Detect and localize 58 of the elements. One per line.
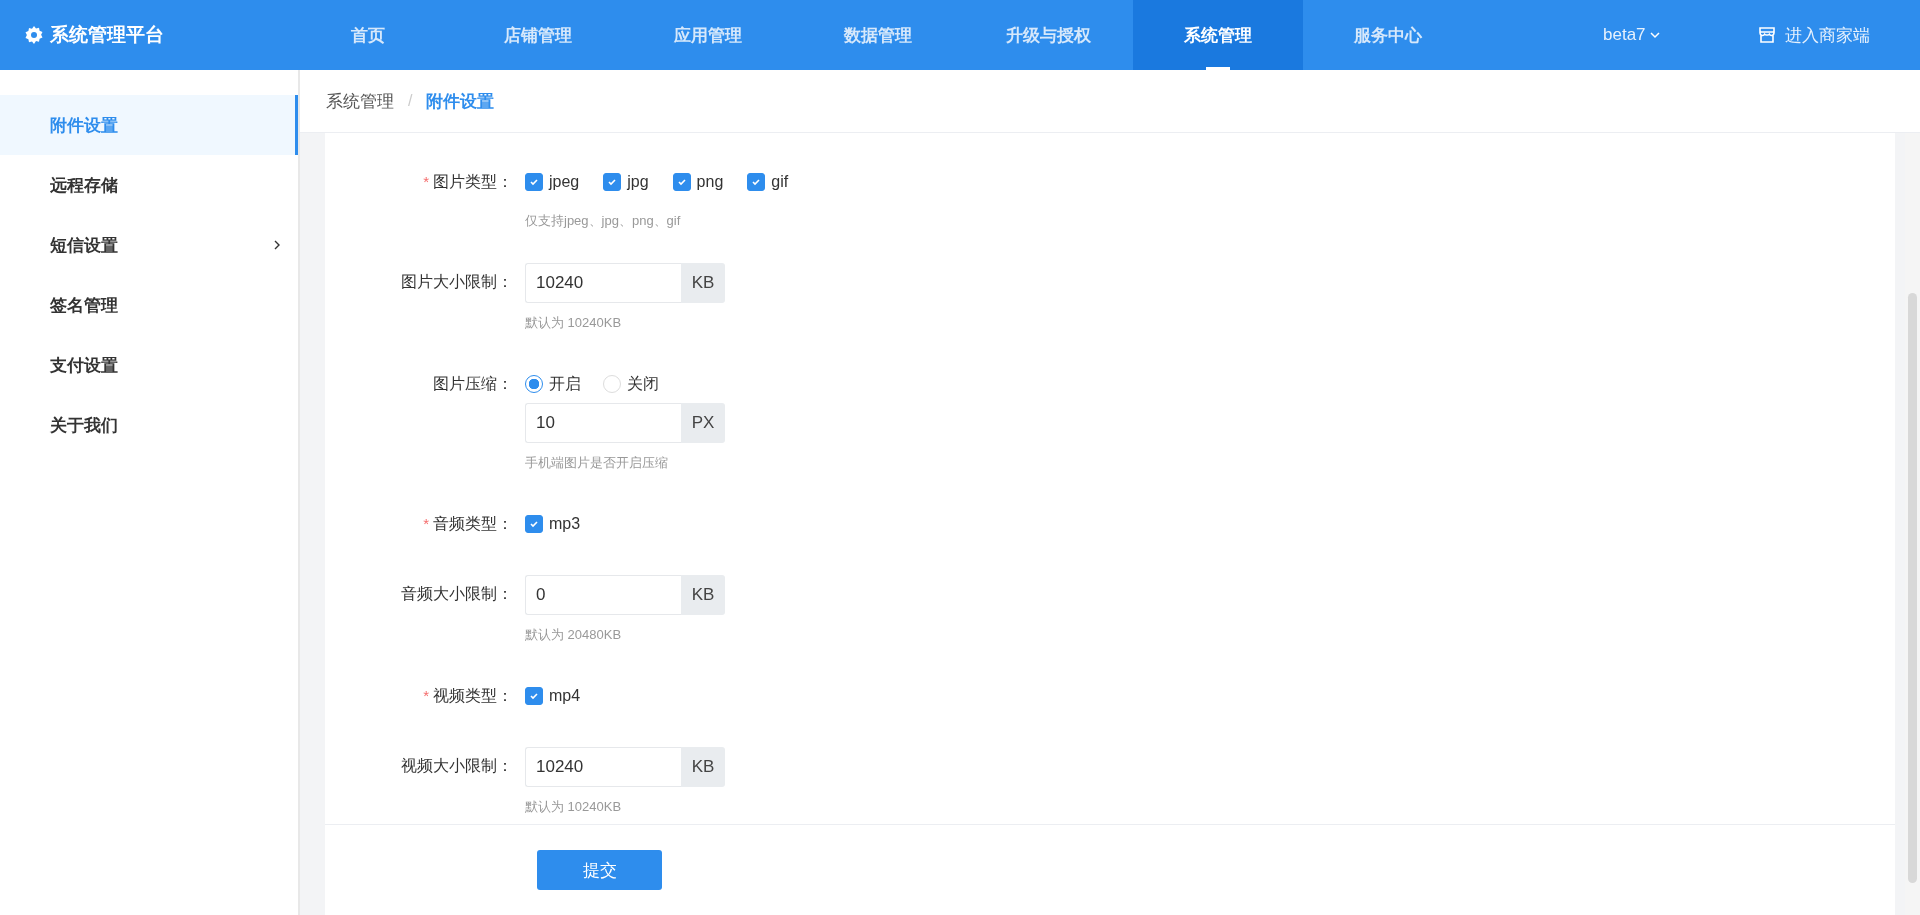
nav-tab[interactable]: 系统管理 <box>1133 0 1303 70</box>
checkbox-option[interactable]: mp3 <box>525 515 581 533</box>
number-input[interactable]: 0 <box>525 575 681 615</box>
checkbox-option[interactable]: jpg <box>603 173 649 191</box>
app-title: 系统管理平台 <box>50 23 164 47</box>
checkbox[interactable] <box>525 515 543 533</box>
field-label: 音频类型： <box>433 514 513 534</box>
sidebar-item[interactable]: 关于我们 <box>0 395 298 455</box>
check-icon <box>676 177 687 187</box>
radio-button[interactable] <box>525 375 543 393</box>
field-label: 图片大小限制： <box>401 272 513 292</box>
checkbox-option[interactable]: png <box>672 173 724 191</box>
sidebar-item[interactable]: 短信设置 <box>0 215 298 275</box>
breadcrumb-link[interactable]: 系统管理 <box>326 89 394 113</box>
field-label: 视频大小限制： <box>401 756 513 776</box>
sidebar-item[interactable]: 远程存储 <box>0 155 298 215</box>
checkbox-option[interactable]: gif <box>747 173 789 191</box>
unit-label: PX <box>681 403 725 443</box>
radio-option[interactable]: 关闭 <box>603 373 659 395</box>
check-icon <box>751 177 762 187</box>
checkbox-option[interactable]: mp4 <box>525 687 581 705</box>
check-icon <box>529 177 539 187</box>
checkbox[interactable] <box>603 173 622 191</box>
sidebar-item[interactable]: 签名管理 <box>0 275 298 335</box>
field-hint: 手机端图片是否开启压缩 <box>525 454 669 472</box>
required-mark: * <box>423 514 429 534</box>
chevron-right-icon <box>272 240 282 250</box>
checkbox[interactable] <box>525 687 543 705</box>
check-icon <box>529 519 539 529</box>
gear-icon <box>24 25 44 45</box>
field-hint: 默认为 10240KB <box>525 314 623 332</box>
checkbox[interactable] <box>525 173 543 191</box>
sidebar-item[interactable]: 支付设置 <box>0 335 298 395</box>
field-label: 音频大小限制： <box>401 584 513 604</box>
caret-icon <box>1648 29 1661 41</box>
field-hint: 仅支持jpeg、jpg、png、gif <box>525 212 682 230</box>
field-label: 视频类型： <box>433 686 513 706</box>
check-icon <box>529 691 539 701</box>
required-mark: * <box>423 686 429 706</box>
unit-label: KB <box>681 575 725 615</box>
checkbox[interactable] <box>747 173 766 191</box>
field-hint: 默认为 10240KB <box>525 798 623 816</box>
number-input[interactable]: 10240 <box>525 263 681 303</box>
check-icon <box>607 177 618 187</box>
field-hint: 默认为 20480KB <box>525 626 623 644</box>
checkbox-option[interactable]: jpeg <box>525 173 580 191</box>
number-input[interactable]: 10 <box>525 403 681 443</box>
unit-label: KB <box>681 263 725 303</box>
field-label: 图片压缩： <box>433 374 513 394</box>
breadcrumb-separator: / <box>408 92 413 110</box>
radio-option[interactable]: 开启 <box>525 373 581 395</box>
required-mark: * <box>423 172 429 192</box>
field-label: 图片类型： <box>433 172 513 192</box>
checkbox[interactable] <box>672 173 691 191</box>
number-input[interactable]: 10240 <box>525 747 681 787</box>
unit-label: KB <box>681 747 725 787</box>
store-icon <box>1756 25 1777 45</box>
scrollbar-thumb[interactable] <box>1908 293 1917 883</box>
